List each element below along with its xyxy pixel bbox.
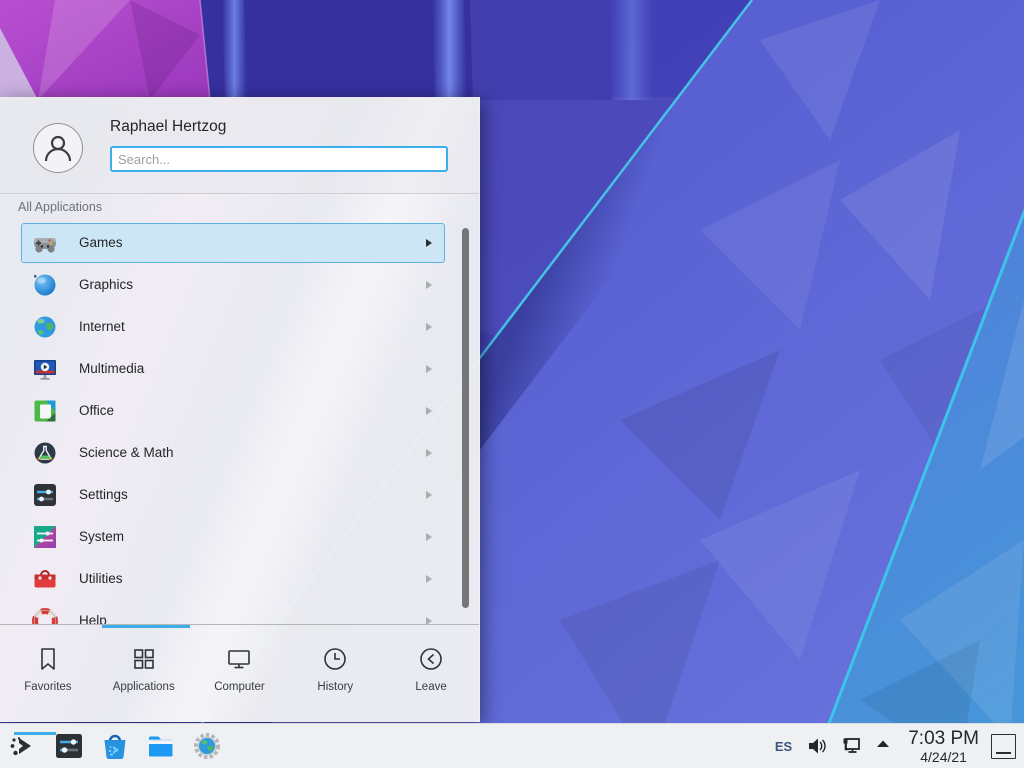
submenu-arrow-icon [426, 365, 432, 373]
monitor-play-icon [32, 356, 58, 382]
taskbar-system-settings-button[interactable] [54, 731, 84, 761]
menu-item-label: Internet [79, 306, 125, 348]
taskbar-dolphin-button[interactable] [146, 731, 176, 761]
tab-applications[interactable]: Applications [96, 628, 192, 722]
menu-item-system[interactable]: System [0, 516, 480, 558]
menu-item-multimedia[interactable]: Multimedia [0, 348, 480, 390]
submenu-arrow-icon [426, 617, 432, 624]
expand-tray-caret-icon[interactable] [874, 735, 892, 757]
lifebuoy-icon [32, 608, 58, 624]
network-icon[interactable] [840, 735, 862, 757]
application-category-list: Games Graphics [0, 222, 480, 624]
menu-item-label: Office [79, 390, 114, 432]
computer-icon [225, 645, 253, 673]
leave-icon [417, 645, 445, 673]
globe-icon [32, 314, 58, 340]
menu-item-label: Settings [79, 474, 128, 516]
tab-label: Computer [214, 681, 265, 693]
flask-icon [32, 440, 58, 466]
section-label: All Applications [18, 200, 102, 214]
application-launcher-popup: Raphael Hertzog All Applications Games [0, 97, 480, 722]
menu-item-office[interactable]: Office [0, 390, 480, 432]
clock-icon [321, 645, 349, 673]
launcher-tab-bar: Favorites Applications Comp [0, 628, 479, 722]
taskbar-launcher-button[interactable] [8, 731, 38, 761]
submenu-arrow-icon [426, 281, 432, 289]
tab-history[interactable]: History [287, 628, 383, 722]
launcher-header: Raphael Hertzog [0, 97, 479, 193]
taskbar-konqueror-button[interactable] [192, 731, 222, 761]
konqueror-globe-icon [192, 731, 222, 761]
tab-label: Applications [113, 681, 175, 693]
menu-item-utilities[interactable]: Utilities [0, 558, 480, 600]
menu-item-label: Science & Math [79, 432, 174, 474]
user-name: Raphael Hertzog [110, 118, 226, 136]
header-divider [0, 193, 479, 194]
bookmark-icon [34, 645, 62, 673]
submenu-arrow-icon [426, 575, 432, 583]
taskbar-panel: ES 7:03 PM 4/24/21 [0, 723, 1024, 768]
gamepad-icon [32, 230, 58, 256]
clock-date: 4/24/21 [920, 750, 967, 764]
menu-item-label: Multimedia [79, 348, 144, 390]
tab-leave[interactable]: Leave [383, 628, 479, 722]
folder-icon [146, 731, 176, 761]
tab-label: History [317, 681, 353, 693]
grid-icon [130, 645, 158, 673]
menu-item-internet[interactable]: Internet [0, 306, 480, 348]
list-scrollbar[interactable] [462, 228, 469, 608]
menu-item-label: Help [79, 600, 107, 624]
tab-label: Leave [415, 681, 446, 693]
menu-item-label: Utilities [79, 558, 123, 600]
volume-icon[interactable] [806, 735, 828, 757]
toolbox-icon [32, 566, 58, 592]
sliders-icon [32, 482, 58, 508]
menu-item-science-math[interactable]: Science & Math [0, 432, 480, 474]
menu-item-label: Graphics [79, 264, 133, 306]
menu-item-graphics[interactable]: Graphics [0, 264, 480, 306]
submenu-arrow-icon [426, 407, 432, 415]
search-input[interactable] [110, 146, 448, 172]
menu-item-label: Games [79, 222, 123, 264]
active-task-indicator [14, 732, 56, 735]
user-avatar-icon [33, 123, 83, 173]
menu-item-help[interactable]: Help [0, 600, 480, 624]
submenu-arrow-icon [426, 533, 432, 541]
taskbar-discover-button[interactable] [100, 731, 130, 761]
keyboard-layout-indicator[interactable]: ES [775, 739, 792, 754]
system-settings-icon [54, 731, 84, 761]
show-desktop-button[interactable] [991, 734, 1016, 759]
menu-item-settings[interactable]: Settings [0, 474, 480, 516]
submenu-arrow-icon [426, 323, 432, 331]
menu-item-games[interactable]: Games [0, 222, 480, 264]
tab-computer[interactable]: Computer [192, 628, 288, 722]
submenu-arrow-icon [426, 449, 432, 457]
system-tray: ES 7:03 PM 4/24/21 [775, 724, 1020, 768]
tab-favorites[interactable]: Favorites [0, 628, 96, 722]
kickoff-icon [8, 731, 38, 761]
submenu-arrow-icon [426, 491, 432, 499]
submenu-arrow-icon [426, 239, 432, 247]
document-icon [32, 398, 58, 424]
digital-clock[interactable]: 7:03 PM 4/24/21 [908, 729, 979, 764]
tab-label: Favorites [24, 681, 71, 693]
menu-item-label: System [79, 516, 124, 558]
sphere-icon [32, 272, 58, 298]
footer-divider [0, 624, 479, 625]
clock-time: 7:03 PM [908, 729, 979, 748]
discover-icon [100, 731, 130, 761]
system-sliders-icon [32, 524, 58, 550]
